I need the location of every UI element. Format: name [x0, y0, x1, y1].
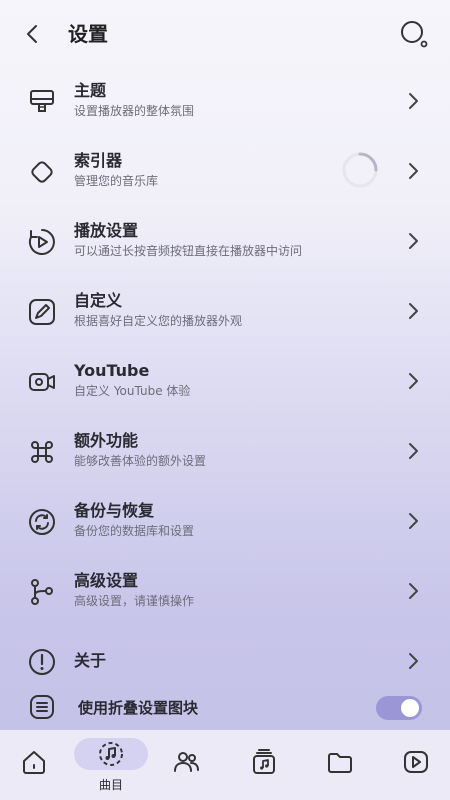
- settings-item-title: YouTube: [74, 361, 150, 380]
- nav-folders-button[interactable]: [320, 742, 360, 782]
- settings-item-subtitle: 管理您的音乐库: [74, 174, 159, 188]
- play-circle-icon: [26, 226, 58, 258]
- chevron-right-icon: [404, 230, 422, 252]
- collapsible-tiles-switch[interactable]: [376, 696, 422, 720]
- settings-item-advanced[interactable]: 高级设置 高级设置，请谨慎操作: [0, 556, 450, 626]
- settings-item-backup[interactable]: 备份与恢复 备份您的数据库和设置: [0, 486, 450, 556]
- page-title: 设置: [68, 22, 108, 46]
- settings-item-subtitle: 设置播放器的整体氛围: [74, 104, 195, 118]
- pen-icon: [26, 296, 58, 328]
- switch-knob: [401, 699, 419, 717]
- settings-item-indexer[interactable]: 索引器 管理您的音乐库: [0, 136, 450, 206]
- users-icon: [174, 752, 199, 772]
- chevron-right-icon: [404, 510, 422, 532]
- nav-videos-button[interactable]: [396, 742, 436, 782]
- settings-item-theme[interactable]: 主题 设置播放器的整体氛围: [0, 66, 450, 136]
- brush-icon: [26, 86, 58, 118]
- settings-list: 主题 设置播放器的整体氛围 索引器 管理您的音乐库 播放设置 可以通过长按音频按…: [0, 66, 450, 696]
- settings-item-title: 额外功能: [74, 431, 139, 450]
- settings-item-title: 高级设置: [74, 571, 139, 590]
- chevron-right-icon: [404, 90, 422, 112]
- collapsible-tiles-label: 使用折叠设置图块: [78, 699, 199, 717]
- settings-item-title: 主题: [74, 81, 107, 100]
- settings-item-customize[interactable]: 自定义 根据喜好自定义您的播放器外观: [0, 276, 450, 346]
- nav-songs-label: 曲目: [98, 778, 123, 792]
- diamond-icon: [26, 156, 58, 188]
- settings-item-subtitle: 能够改善体验的额外设置: [74, 454, 207, 468]
- chevron-right-icon: [404, 580, 422, 602]
- command-icon: [26, 436, 58, 468]
- chevron-right-icon: [404, 300, 422, 322]
- back-arrow-icon: [27, 25, 37, 43]
- settings-item-subtitle: 高级设置，请谨慎操作: [74, 594, 195, 608]
- settings-item-subtitle: 可以通过长按音频按钮直接在播放器中访问: [74, 244, 303, 258]
- sync-icon: [26, 506, 58, 538]
- branch-icon: [26, 576, 58, 608]
- search-icon: [401, 21, 428, 48]
- settings-item-subtitle: 自定义 YouTube 体验: [74, 384, 191, 398]
- settings-item-title: 自定义: [74, 291, 123, 310]
- loading-spinner: [341, 151, 379, 189]
- chevron-right-icon: [404, 160, 422, 182]
- chevron-right-icon: [404, 440, 422, 462]
- search-button[interactable]: [398, 18, 430, 50]
- album-icon: [253, 749, 275, 774]
- music-disc-icon: [99, 742, 123, 766]
- settings-item-subtitle: 根据喜好自定义您的播放器外观: [74, 314, 243, 328]
- settings-item-title: 关于: [74, 651, 107, 670]
- settings-item-subtitle: 备份您的数据库和设置: [74, 524, 195, 538]
- settings-item-title: 索引器: [74, 151, 123, 170]
- video-play-icon: [404, 751, 428, 773]
- app-header: 设置: [0, 0, 450, 66]
- settings-item-title: 播放设置: [74, 221, 139, 240]
- video-icon: [26, 366, 58, 398]
- home-icon: [23, 751, 45, 774]
- chevron-right-icon: [404, 370, 422, 392]
- info-icon: [26, 646, 58, 678]
- collapsible-tiles-row[interactable]: 使用折叠设置图块: [0, 688, 450, 728]
- back-button[interactable]: [18, 20, 46, 48]
- nav-artists-button[interactable]: [166, 742, 206, 782]
- bottom-navigation: 曲目: [0, 730, 450, 800]
- settings-item-playback[interactable]: 播放设置 可以通过长按音频按钮直接在播放器中访问: [0, 206, 450, 276]
- settings-item-title: 备份与恢复: [74, 501, 155, 520]
- chevron-right-icon: [404, 650, 422, 672]
- folder-icon: [328, 753, 352, 773]
- settings-item-about[interactable]: 关于: [0, 626, 450, 696]
- nav-home-button[interactable]: [14, 742, 54, 782]
- settings-item-extras[interactable]: 额外功能 能够改善体验的额外设置: [0, 416, 450, 486]
- nav-albums-button[interactable]: [244, 742, 284, 782]
- nav-songs-button[interactable]: [74, 738, 148, 770]
- settings-item-youtube[interactable]: YouTube 自定义 YouTube 体验: [0, 346, 450, 416]
- list-box-icon: [26, 691, 58, 723]
